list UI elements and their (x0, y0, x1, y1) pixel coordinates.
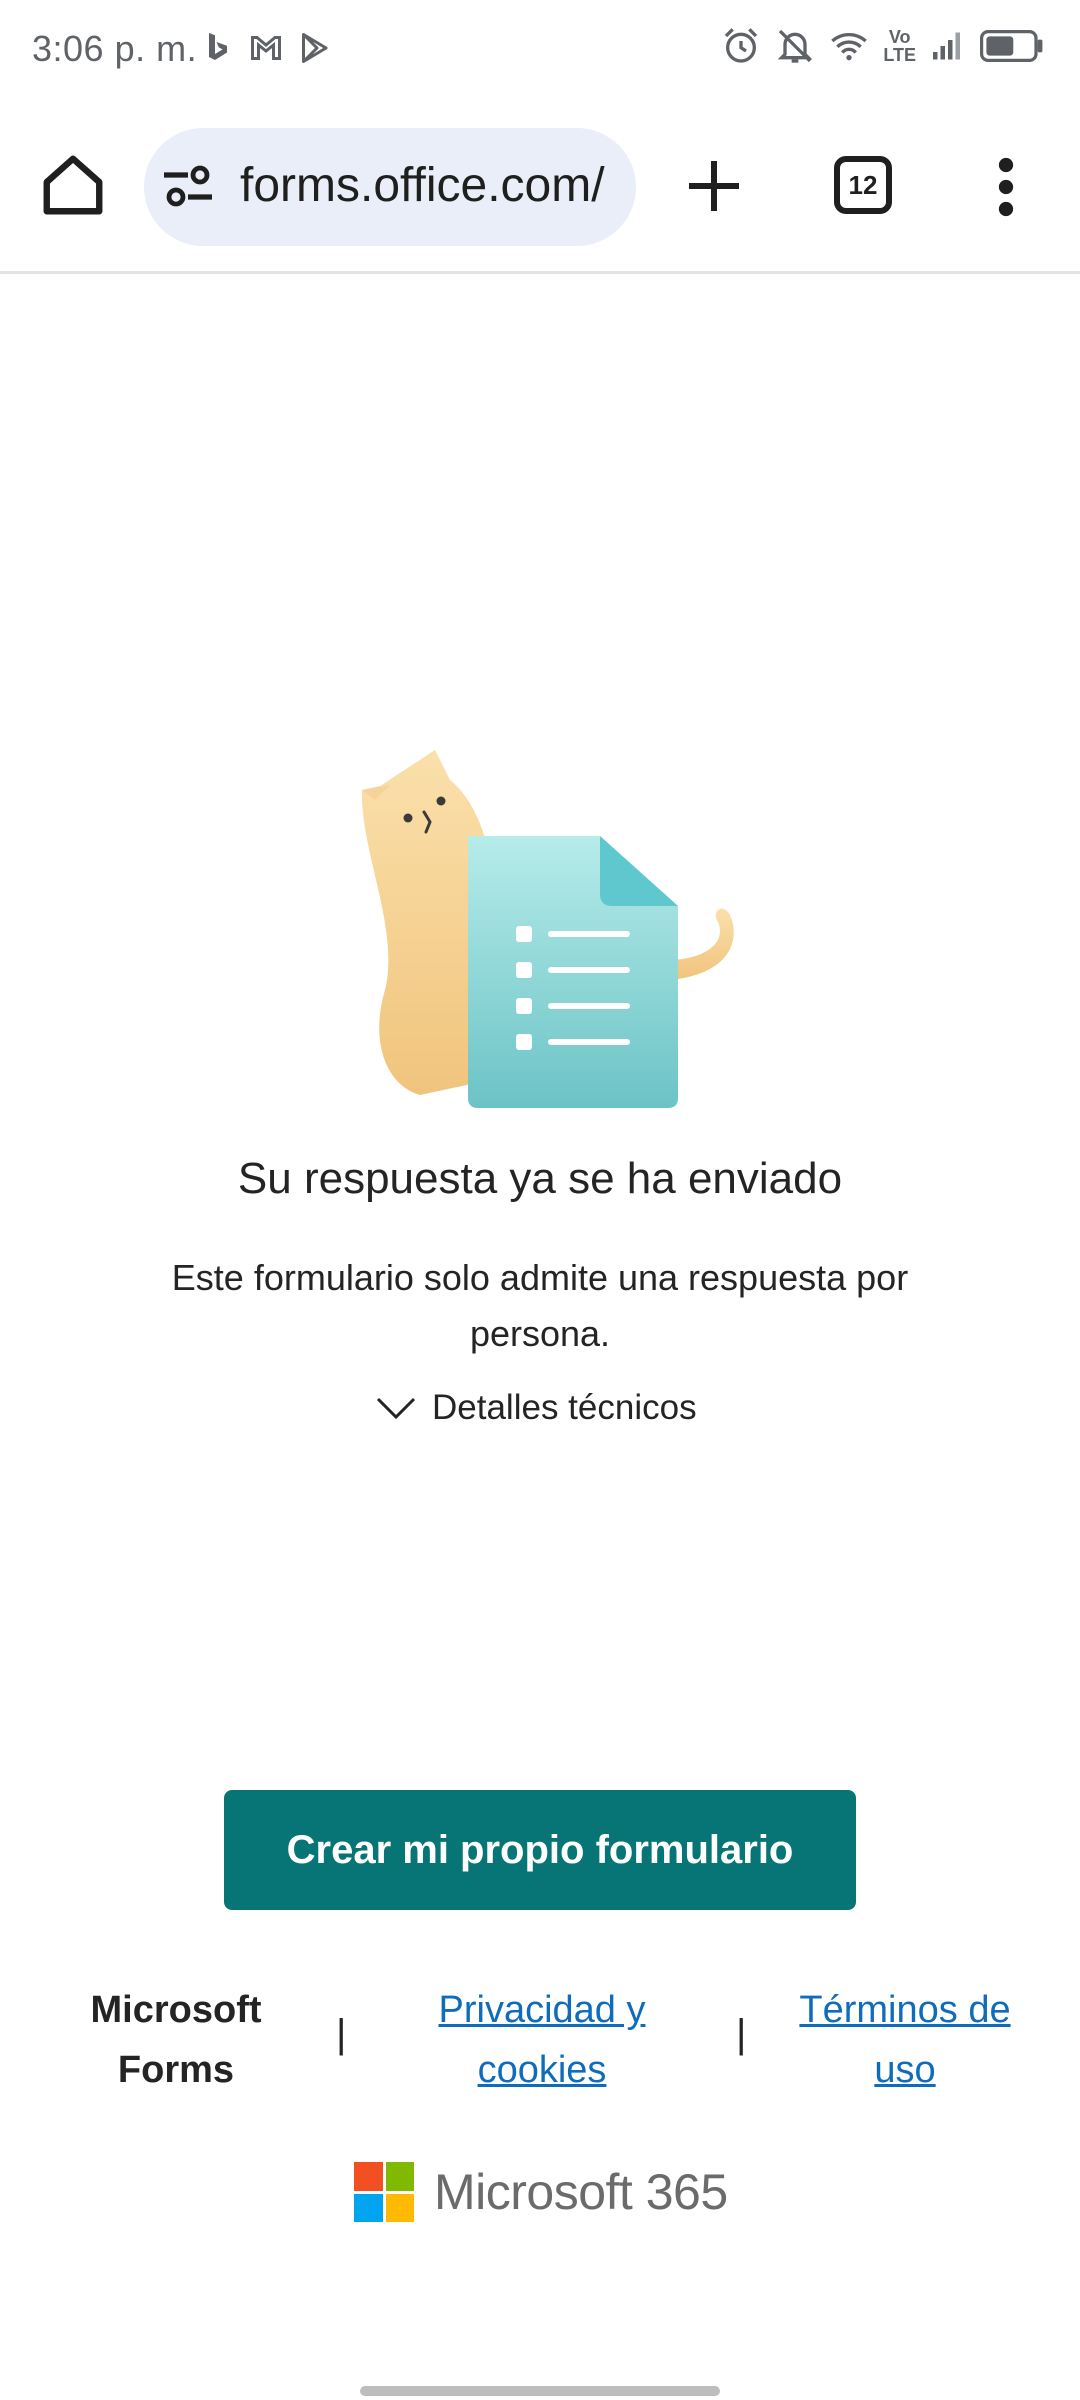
play-store-icon (302, 33, 328, 63)
terms-link[interactable]: Términos de uso (770, 1980, 1040, 2100)
tab-switcher-button[interactable]: 12 (834, 156, 892, 214)
gmail-icon (251, 36, 281, 60)
footer-separator: | (336, 2012, 347, 2056)
microsoft-365-logo: Microsoft 365 (354, 2162, 728, 2222)
microsoft-logo-icon (354, 2162, 414, 2222)
alarm-icon (725, 28, 758, 63)
browser-toolbar: forms.office.com/ 12 (0, 100, 1080, 274)
product-name: Microsoft 365 (434, 2164, 728, 2220)
site-settings-icon[interactable] (160, 162, 216, 212)
url-text[interactable]: forms.office.com/ (240, 158, 605, 213)
mute-icon (777, 29, 813, 63)
status-app-icons (200, 30, 332, 66)
more-options-icon[interactable] (992, 154, 1020, 220)
privacy-link[interactable]: Privacidad y cookies (400, 1980, 684, 2100)
description-text: Este formulario solo admite una respuest… (171, 1257, 909, 1354)
new-tab-icon[interactable] (684, 156, 744, 216)
home-icon[interactable] (38, 150, 108, 220)
footer-separator: | (736, 2012, 747, 2056)
footer: Microsoft Forms | Privacidad y cookies |… (0, 1980, 1080, 2100)
battery-icon (980, 30, 1043, 62)
cat-form-illustration (361, 750, 734, 1108)
volte-icon: Vo LTE (883, 27, 916, 65)
chevron-down-icon (376, 1397, 416, 1420)
status-bar: 3:06 p. m. Vo LTE (0, 0, 1080, 100)
bing-icon (209, 33, 227, 60)
technical-details-toggle[interactable]: Detalles técnicos (374, 1388, 697, 1428)
status-right-icons: Vo LTE (721, 26, 1044, 66)
brand-name: Microsoft Forms (90, 1989, 262, 2091)
technical-details-label: Detalles técnicos (432, 1388, 697, 1427)
page-title: Su respuesta ya se ha enviado (237, 1154, 843, 1203)
status-time: 3:06 p. m. (32, 28, 198, 69)
signal-icon (933, 32, 960, 60)
address-bar[interactable]: forms.office.com/ (144, 128, 636, 246)
gesture-nav-handle[interactable] (360, 2386, 720, 2396)
wifi-icon (831, 33, 868, 61)
create-form-button[interactable]: Crear mi propio formulario (224, 1790, 856, 1910)
